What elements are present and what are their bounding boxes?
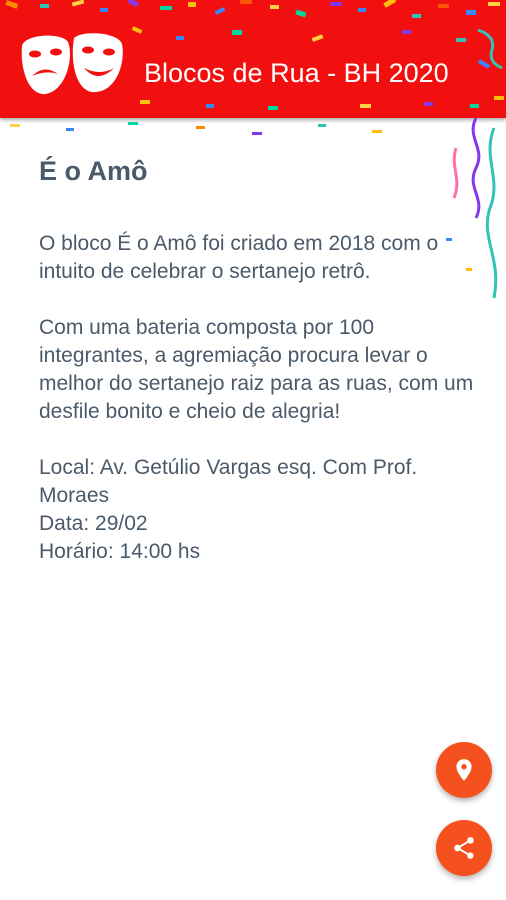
bloco-description: O bloco É o Amô foi criado em 2018 com o…: [39, 232, 474, 563]
confetti-decoration: [10, 122, 382, 135]
bloco-title: É o Amô: [39, 156, 148, 186]
share-icon: [454, 837, 474, 859]
app-title: Blocos de Rua - BH 2020: [144, 58, 449, 88]
theater-masks-icon: [21, 33, 123, 95]
location-pin-icon: [456, 759, 472, 781]
share-button[interactable]: [436, 820, 492, 876]
location-button[interactable]: [436, 742, 492, 798]
app-bar: Blocos de Rua - BH 2020: [0, 0, 506, 118]
bloco-details: É o Amô O bloco É o Amô foi criado em 20…: [39, 156, 479, 563]
